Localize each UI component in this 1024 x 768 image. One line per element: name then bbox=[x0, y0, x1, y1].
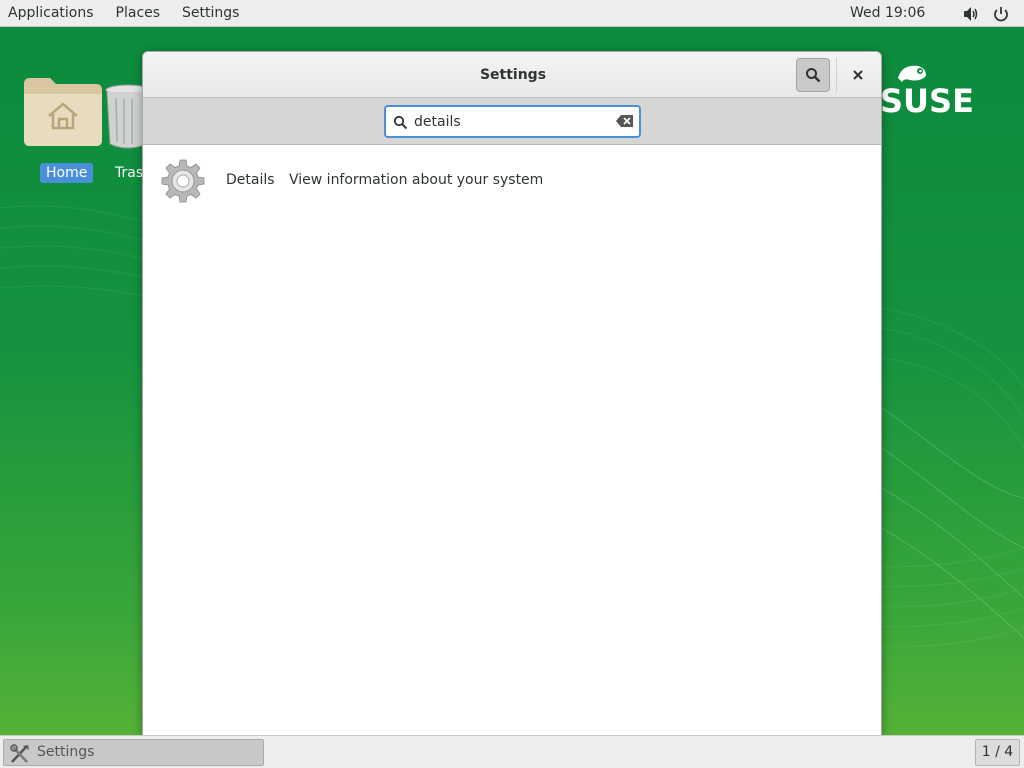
search-field-icon bbox=[393, 115, 408, 130]
clock[interactable]: Wed 19:06 bbox=[850, 0, 925, 27]
settings-menu[interactable]: Settings bbox=[171, 0, 250, 27]
search-bar bbox=[143, 98, 881, 145]
window-titlebar[interactable]: Settings bbox=[143, 52, 881, 98]
gear-icon bbox=[161, 159, 205, 203]
close-icon bbox=[853, 70, 863, 80]
search-toggle-button[interactable] bbox=[796, 58, 830, 92]
clear-search-icon[interactable] bbox=[616, 114, 634, 128]
home-folder-icon[interactable] bbox=[22, 74, 104, 148]
close-button[interactable] bbox=[846, 63, 870, 87]
suse-logo-text: SUSE bbox=[880, 82, 974, 120]
search-input[interactable] bbox=[414, 112, 609, 132]
volume-icon[interactable] bbox=[962, 5, 980, 23]
settings-tools-icon bbox=[10, 744, 29, 763]
result-description: View information about your system bbox=[289, 172, 544, 188]
places-menu[interactable]: Places bbox=[105, 0, 172, 27]
workspace-switcher[interactable]: 1 / 4 bbox=[975, 739, 1020, 766]
power-icon[interactable] bbox=[992, 5, 1010, 23]
window-title: Settings bbox=[479, 67, 547, 83]
settings-window: Settings details Details View informatio… bbox=[142, 51, 882, 735]
result-details[interactable]: Details View information about your syst… bbox=[143, 146, 881, 216]
bottom-panel: Settings 1 / 4 bbox=[0, 735, 1024, 768]
titlebar-separator bbox=[836, 58, 837, 92]
taskbar-settings-button[interactable]: Settings bbox=[3, 739, 264, 766]
home-icon-label[interactable]: Home bbox=[40, 163, 94, 183]
top-panel: Applications Places Settings Wed 19:06 bbox=[0, 0, 1024, 27]
search-entry[interactable] bbox=[384, 105, 641, 138]
result-name: Details bbox=[226, 172, 275, 188]
search-icon bbox=[806, 68, 821, 83]
trash-icon[interactable] bbox=[104, 82, 151, 152]
taskbar-settings-label: Settings bbox=[37, 744, 95, 760]
applications-menu[interactable]: Applications bbox=[0, 0, 105, 27]
